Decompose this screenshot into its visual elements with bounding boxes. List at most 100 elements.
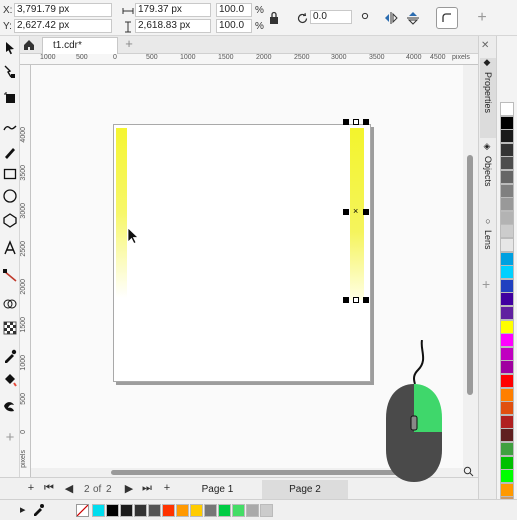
color-swatch[interactable] [500, 129, 514, 144]
document-color-swatch[interactable] [260, 504, 273, 517]
selection-handle[interactable] [343, 209, 349, 215]
mirror-horizontal-icon[interactable] [383, 10, 399, 26]
x-position-field[interactable]: 3,791.79 px [14, 3, 112, 17]
color-swatch[interactable] [500, 156, 514, 171]
selection-handle[interactable] [363, 119, 369, 125]
document-color-swatch[interactable] [134, 504, 147, 517]
rotation-angle-field[interactable]: 0.0 [310, 10, 352, 24]
shape-tool-icon[interactable] [2, 64, 18, 80]
selection-handle[interactable] [353, 119, 359, 125]
mirror-vertical-icon[interactable] [405, 10, 421, 26]
smart-fill-tool-icon[interactable] [2, 398, 18, 414]
color-swatch[interactable] [500, 401, 514, 416]
ellipse-tool-icon[interactable] [2, 188, 18, 204]
document-color-swatch[interactable] [162, 504, 175, 517]
add-tool-icon[interactable]: + [2, 430, 18, 446]
polygon-tool-icon[interactable] [2, 212, 18, 228]
palette-menu-icon[interactable]: ▸ [20, 503, 26, 516]
freehand-tool-icon[interactable] [2, 144, 18, 160]
document-page[interactable] [113, 124, 371, 382]
corner-shape-icon[interactable] [436, 7, 458, 29]
color-swatch[interactable] [500, 428, 514, 443]
color-swatch[interactable] [500, 455, 514, 470]
color-swatch[interactable] [500, 360, 514, 375]
document-color-swatch[interactable] [120, 504, 133, 517]
next-page-icon[interactable]: ▶ [122, 482, 136, 495]
color-swatch[interactable] [500, 224, 514, 239]
color-swatch[interactable] [500, 265, 514, 280]
blend-tool-icon[interactable] [2, 296, 18, 312]
first-page-icon[interactable]: ⏮ [42, 482, 56, 495]
vertical-ruler[interactable]: 4000 3500 3000 2500 2000 1500 1000 500 0… [20, 65, 31, 477]
vertical-scrollbar[interactable] [463, 65, 478, 468]
scale-height-field[interactable]: 100.0 [216, 19, 252, 33]
tab-page-1[interactable]: Page 1 [175, 480, 260, 499]
tab-t1-cdr[interactable]: t1.cdr* [42, 37, 118, 54]
tab-objects[interactable]: ◈ Objects [480, 142, 496, 222]
color-swatch[interactable] [500, 374, 514, 388]
color-swatch[interactable] [500, 346, 514, 361]
color-swatch[interactable] [500, 115, 514, 130]
height-field[interactable]: 2,618.83 px [135, 19, 211, 33]
color-swatch[interactable] [500, 292, 514, 307]
horizontal-ruler[interactable]: 1000 500 0 500 1000 1500 2000 2500 3000 … [20, 54, 478, 65]
connector-tool-icon[interactable] [2, 268, 18, 284]
color-swatch[interactable] [500, 469, 514, 484]
yellow-gradient-object-left[interactable] [116, 128, 127, 298]
document-color-swatch[interactable] [232, 504, 245, 517]
rectangle-tool-icon[interactable] [2, 166, 18, 182]
color-swatch[interactable] [500, 414, 514, 429]
document-color-swatch[interactable] [92, 504, 105, 517]
selection-handle[interactable] [363, 297, 369, 303]
scale-width-field[interactable]: 100.0 [216, 3, 252, 17]
add-page-after-icon[interactable]: + [160, 482, 174, 494]
new-tab-icon[interactable]: + [122, 37, 136, 51]
add-icon[interactable]: + [474, 9, 490, 26]
selection-handle[interactable] [343, 297, 349, 303]
color-swatch[interactable] [500, 197, 514, 212]
zoom-tool-icon[interactable] [2, 118, 18, 134]
document-color-swatch[interactable] [148, 504, 161, 517]
document-color-swatch[interactable] [246, 504, 259, 517]
previous-page-icon[interactable]: ◀ [62, 482, 76, 495]
selection-handle[interactable] [353, 297, 359, 303]
lock-ratio-icon[interactable] [266, 10, 282, 26]
home-icon[interactable] [20, 37, 38, 53]
docker-close-icon[interactable]: ✕ [481, 40, 495, 52]
tab-lens[interactable]: ○ Lens [480, 216, 496, 276]
color-swatch[interactable] [500, 210, 514, 225]
selection-handle[interactable] [363, 209, 369, 215]
pick-tool-icon[interactable] [2, 40, 18, 56]
color-swatch[interactable] [500, 251, 514, 266]
fill-tool-icon[interactable] [2, 372, 18, 388]
eyedropper-tool-icon[interactable] [2, 348, 18, 364]
add-docker-icon[interactable]: + [482, 276, 490, 292]
color-swatch[interactable] [500, 442, 514, 456]
color-swatch[interactable] [500, 333, 514, 348]
color-swatch[interactable] [500, 387, 514, 402]
y-position-field[interactable]: 2,627.42 px [14, 19, 112, 33]
vertical-scroll-thumb[interactable] [467, 155, 473, 395]
color-swatch[interactable] [500, 170, 514, 184]
document-color-swatch[interactable] [218, 504, 231, 517]
color-swatch[interactable] [500, 278, 514, 293]
text-tool-icon[interactable] [2, 240, 18, 256]
color-swatch[interactable] [500, 238, 514, 252]
transparency-tool-icon[interactable] [2, 320, 18, 336]
color-swatch[interactable] [500, 102, 514, 116]
eyedropper-icon[interactable] [32, 503, 46, 517]
color-swatch[interactable] [500, 142, 514, 157]
horizontal-scroll-thumb[interactable] [111, 470, 411, 475]
document-color-swatch[interactable] [176, 504, 189, 517]
selection-handle[interactable] [343, 119, 349, 125]
document-color-swatch[interactable] [190, 504, 203, 517]
crop-tool-icon[interactable] [2, 90, 18, 106]
document-color-swatch[interactable] [204, 504, 217, 517]
document-color-swatch[interactable] [106, 504, 119, 517]
tab-properties[interactable]: ◆ Properties [480, 58, 496, 138]
width-field[interactable]: 179.37 px [135, 3, 211, 17]
add-page-icon[interactable]: + [24, 482, 38, 494]
color-swatch[interactable] [500, 183, 514, 198]
color-swatch[interactable] [500, 482, 514, 497]
color-swatch[interactable] [500, 319, 514, 334]
